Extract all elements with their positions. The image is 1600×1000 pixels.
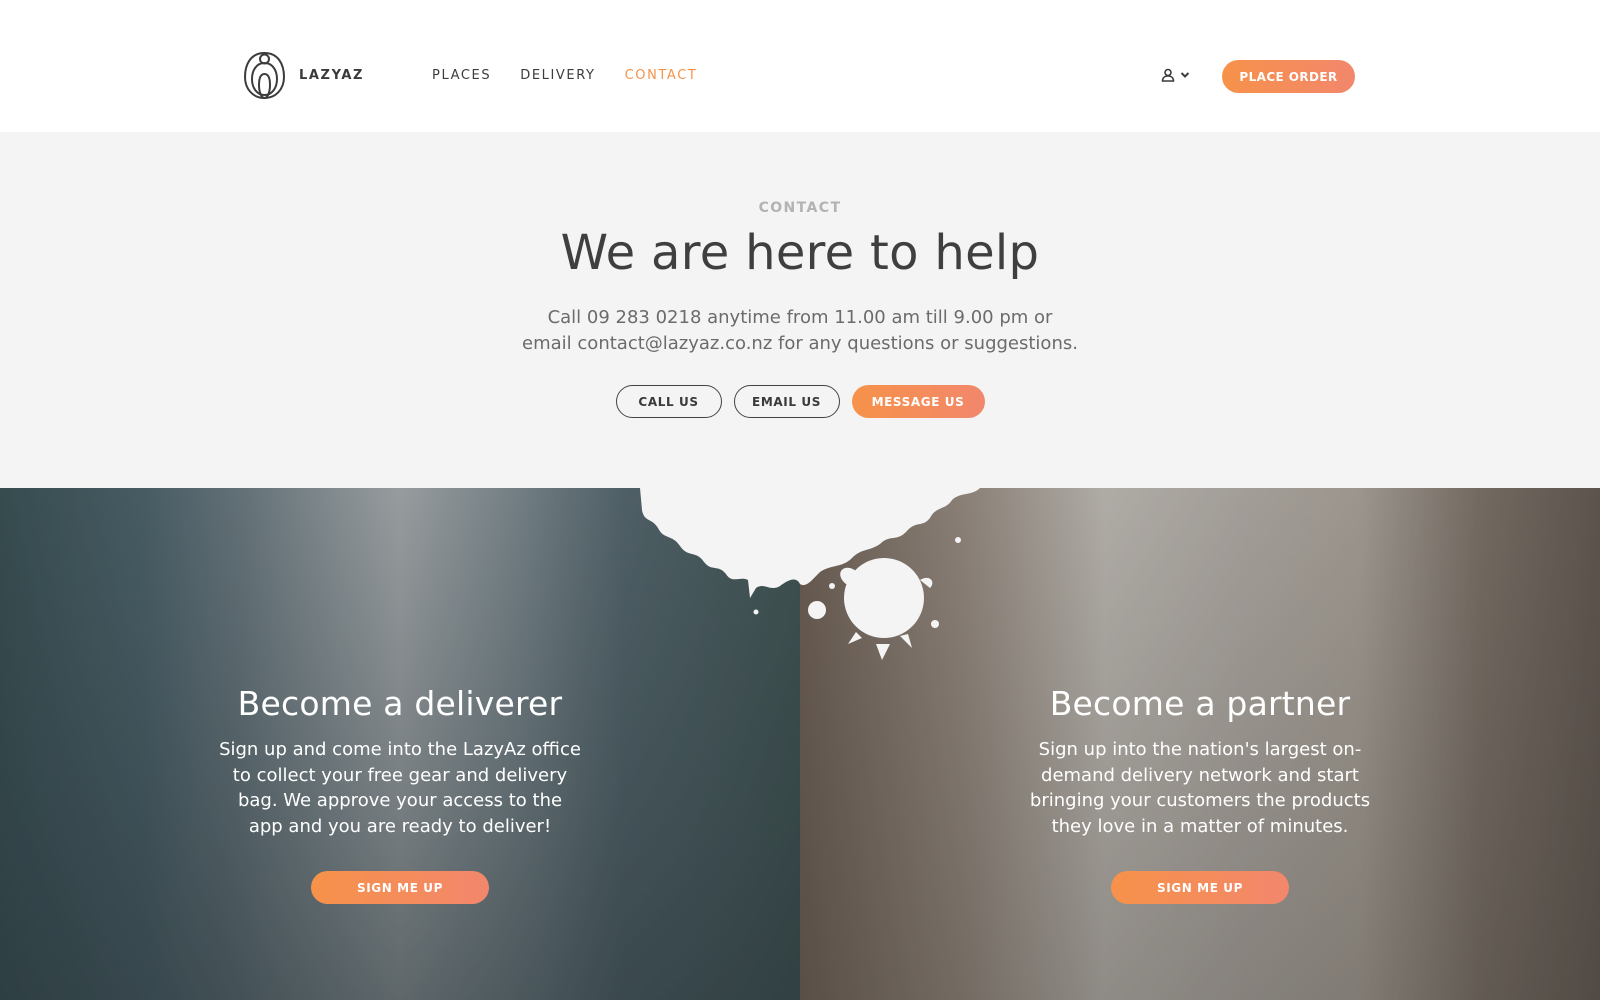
deliverer-title: Become a deliverer xyxy=(237,684,563,723)
partner-panel: Become a partner Sign up into the nation… xyxy=(800,488,1600,1000)
lazyaz-logo-icon xyxy=(243,51,286,100)
partner-description: Sign up into the nation's largest on- de… xyxy=(800,737,1600,839)
contact-description: Call 09 283 0218 anytime from 11.00 am t… xyxy=(400,305,1200,357)
site-header: LAZYAZ PLACES DELIVERY CONTACT PLACE ORD… xyxy=(0,0,1600,132)
contact-buttons: CALL US EMAIL US MESSAGE US xyxy=(0,385,1600,418)
partner-line: bringing your customers the products xyxy=(1029,790,1371,811)
page-title: We are here to help xyxy=(560,225,1040,281)
section-eyebrow: CONTACT xyxy=(758,200,842,216)
deliverer-line: Sign up and come into the LazyAz office xyxy=(219,739,581,760)
main-nav: PLACES DELIVERY CONTACT xyxy=(432,68,726,83)
contact-description-line: Call 09 283 0218 anytime from 11.00 am t… xyxy=(547,307,1053,328)
call-us-button[interactable]: CALL US xyxy=(615,385,722,418)
email-us-button[interactable]: EMAIL US xyxy=(733,385,840,418)
partner-title: Become a partner xyxy=(1049,684,1351,723)
deliverer-line: bag. We approve your access to the xyxy=(237,790,563,811)
deliverer-content: Become a deliverer Sign up and come into… xyxy=(0,684,800,904)
nav-item-contact[interactable]: CONTACT xyxy=(625,68,698,83)
partner-content: Become a partner Sign up into the nation… xyxy=(800,684,1600,904)
user-icon xyxy=(1161,68,1175,82)
nav-item-delivery[interactable]: DELIVERY xyxy=(520,68,595,83)
deliverer-panel: Become a deliverer Sign up and come into… xyxy=(0,488,800,1000)
nav-item-places[interactable]: PLACES xyxy=(432,68,491,83)
partner-line: demand delivery network and start xyxy=(1041,764,1359,786)
logo-text: LAZYAZ xyxy=(299,68,365,83)
contact-hero: CONTACT We are here to help Call 09 283 … xyxy=(0,132,1600,488)
logo[interactable]: LAZYAZ xyxy=(243,50,364,101)
deliverer-line: to collect your free gear and delivery xyxy=(232,764,568,786)
deliverer-line: app and you are ready to deliver! xyxy=(248,815,552,837)
deliverer-description: Sign up and come into the LazyAz office … xyxy=(0,737,800,839)
chevron-down-icon xyxy=(1180,72,1190,78)
partner-line: Sign up into the nation's largest on- xyxy=(1038,739,1362,760)
account-menu[interactable] xyxy=(1161,68,1190,82)
message-us-button[interactable]: MESSAGE US xyxy=(851,385,985,418)
partner-sign-up-button[interactable]: SIGN ME UP xyxy=(1111,871,1289,904)
place-order-button[interactable]: PLACE ORDER xyxy=(1222,60,1355,93)
contact-description-line: email contact@lazyaz.co.nz for any quest… xyxy=(522,333,1078,354)
deliverer-sign-up-button[interactable]: SIGN ME UP xyxy=(311,871,489,904)
partner-line: they love in a matter of minutes. xyxy=(1051,815,1349,837)
